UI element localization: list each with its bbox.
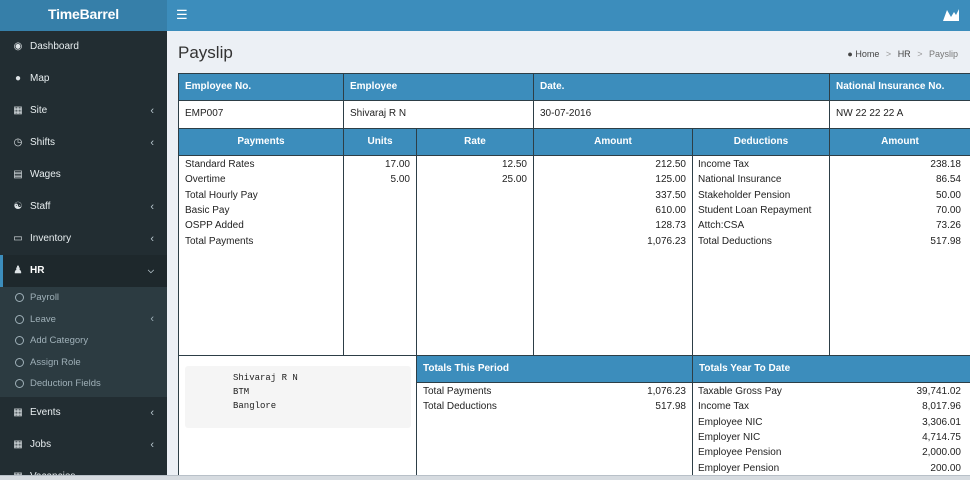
employee-address: Shivaraj R N BTM Banglore <box>185 366 411 428</box>
calendar-icon: ▦ <box>13 406 23 418</box>
rate-header: Rate <box>417 129 534 156</box>
sidebar-item-staff[interactable]: ☯ Staff ‹ <box>0 191 167 223</box>
sidebar: ◉ Dashboard ● Map ▦ Site ‹ ◷ Shifts ‹ ▤ … <box>0 31 167 480</box>
app-logo[interactable]: TimeBarrel <box>0 0 167 31</box>
totals-period-header: Totals This Period <box>417 356 693 383</box>
totals-ytd-header: Totals Year To Date <box>693 356 970 383</box>
sidebar-toggle-icon[interactable]: ☰ <box>176 8 188 21</box>
chevron-left-icon: ‹ <box>150 438 154 451</box>
employee-no-header: Employee No. <box>179 74 344 101</box>
clock-icon: ◷ <box>13 137 23 148</box>
page-title: Payslip <box>178 43 233 62</box>
calendar-icon: ▦ <box>13 438 23 450</box>
circle-icon <box>15 336 24 345</box>
address-panel: Shivaraj R N BTM Banglore <box>179 356 417 480</box>
circle-icon <box>15 379 24 388</box>
hr-submenu: Payroll Leave ‹ Add Category Assign Role… <box>0 287 167 397</box>
submenu-item-deduction-fields[interactable]: Deduction Fields <box>0 373 167 395</box>
sidebar-item-site[interactable]: ▦ Site ‹ <box>0 95 167 127</box>
submenu-item-assign-role[interactable]: Assign Role <box>0 352 167 374</box>
os-taskbar <box>0 475 970 480</box>
circle-icon <box>15 314 24 324</box>
credit-card-icon: ▤ <box>13 169 23 180</box>
chevron-down-icon: ⌵ <box>147 266 154 275</box>
breadcrumb: ● Home > HR > Payslip <box>847 49 958 59</box>
sidebar-item-inventory[interactable]: ▭ Inventory ‹ <box>0 223 167 255</box>
employee-header: Employee <box>344 74 534 101</box>
date-header: Date. <box>534 74 830 101</box>
payslip-box: Employee No. Employee Date. National Ins… <box>178 73 970 480</box>
chevron-left-icon: ‹ <box>150 105 154 117</box>
breadcrumb-home-link[interactable]: Home <box>855 49 879 59</box>
deductions-amount-header: Amount <box>830 129 970 156</box>
submenu-item-leave[interactable]: Leave ‹ <box>0 309 167 331</box>
ni-value: NW 22 22 22 A <box>830 101 970 129</box>
home-icon: ● <box>847 49 853 59</box>
map-pin-icon: ● <box>14 73 22 84</box>
sidebar-item-dashboard[interactable]: ◉ Dashboard <box>0 31 167 63</box>
breadcrumb-current: Payslip <box>928 49 958 59</box>
breadcrumb-separator: > <box>917 49 923 59</box>
employee-value: Shivaraj R N <box>344 101 534 129</box>
users-icon: ☯ <box>13 201 23 212</box>
chevron-left-icon: ‹ <box>150 233 154 245</box>
circle-icon <box>15 293 24 302</box>
payments-amount-header: Amount <box>534 129 693 156</box>
chevron-left-icon: ‹ <box>150 406 154 419</box>
deductions-header: Deductions <box>693 129 830 156</box>
circle-icon <box>15 357 24 367</box>
laptop-icon: ▭ <box>13 233 23 244</box>
sidebar-item-wages[interactable]: ▤ Wages <box>0 159 167 191</box>
payments-header: Payments <box>179 129 344 156</box>
submenu-item-add-category[interactable]: Add Category <box>0 330 167 352</box>
building-icon: ▦ <box>13 105 23 116</box>
sidebar-item-shifts[interactable]: ◷ Shifts ‹ <box>0 127 167 159</box>
sidebar-item-map[interactable]: ● Map <box>0 63 167 95</box>
breadcrumb-hr-link[interactable]: HR <box>898 49 911 59</box>
user-icon: ♟ <box>13 265 23 276</box>
sidebar-item-events[interactable]: ▦ Events ‹ <box>0 397 167 429</box>
chevron-left-icon: ‹ <box>150 201 154 213</box>
breadcrumb-separator: > <box>885 49 892 59</box>
submenu-item-payroll[interactable]: Payroll <box>0 287 167 309</box>
date-value: 30-07-2016 <box>534 101 830 129</box>
chevron-left-icon: ‹ <box>150 137 154 149</box>
sidebar-item-hr[interactable]: ♟ HR ⌵ <box>0 255 167 287</box>
sidebar-item-jobs[interactable]: ▦ Jobs ‹ <box>0 429 167 461</box>
employee-no-value: EMP007 <box>179 101 344 129</box>
brand-mark-icon <box>943 9 959 21</box>
ni-header: National Insurance No. <box>830 74 970 101</box>
top-navbar: TimeBarrel ☰ <box>0 0 970 31</box>
units-header: Units <box>344 129 417 156</box>
dashboard-icon: ◉ <box>13 41 23 52</box>
chevron-left-icon: ‹ <box>150 312 154 325</box>
